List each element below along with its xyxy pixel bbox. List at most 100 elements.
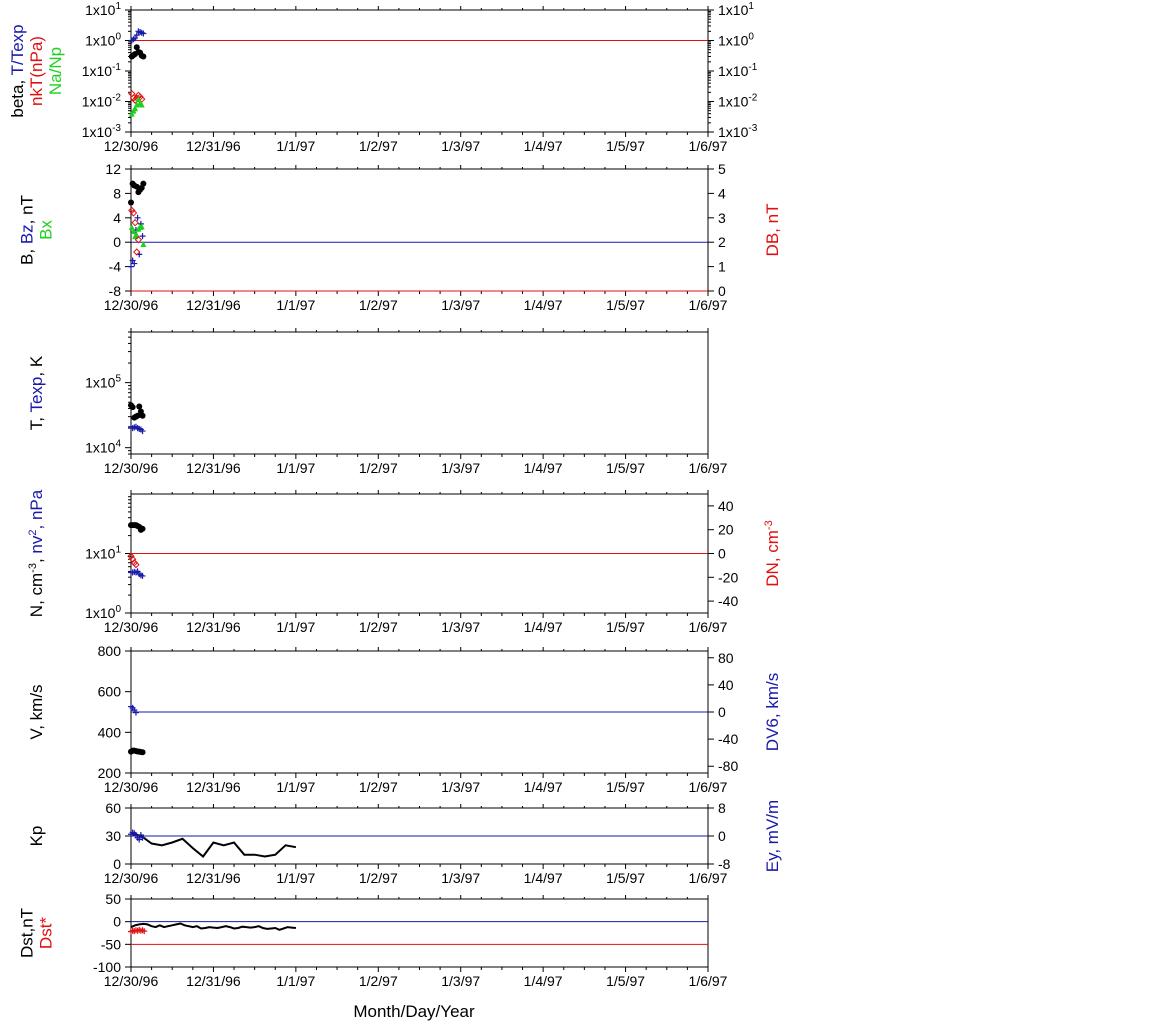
panel-temp: 12/30/96 12/31/96 1/1/97 1/2/97 1/3/97 1/4/97… [27,328,728,476]
y-left-tick-label: 1x10-2 [82,93,122,110]
y-left-tick-label: -100 [93,959,121,975]
x-tick-label: 12/31/96 [186,297,241,313]
y-left-tick-label: 800 [98,643,122,659]
plot-frame [130,9,709,133]
y-left-label-line-0: Dst,nT [18,908,37,958]
y-right-tick-label: -8 [718,856,731,872]
x-tick-label: 1/5/97 [606,973,645,989]
x-tick-label: 12/31/96 [186,619,241,635]
x-tick-label: 1/2/97 [359,779,398,795]
x-tick-label: 1/4/97 [524,619,563,635]
y-right-tick-label: 40 [718,498,734,514]
x-tick-label: 1/6/97 [689,779,728,795]
y-left-tick-label: 1x101 [85,545,121,562]
x-tick-label: 12/30/96 [104,460,159,476]
x-tick-label: 1/6/97 [689,870,728,886]
y-right-tick-label: 40 [718,677,734,693]
x-tick-label: 1/5/97 [606,870,645,886]
y-left-tick-label: 600 [98,684,122,700]
panel-velocity: 12/30/96 12/31/96 1/1/97 1/2/97 1/3/97 1/4/97… [27,643,782,795]
x-tick-label: 1/5/97 [606,460,645,476]
plot-frame [130,168,709,292]
x-tick-label: 1/1/97 [276,973,315,989]
data-point [128,263,134,270]
panel-kp: 12/30/96 12/31/96 1/1/97 1/2/97 1/3/97 1/4/97… [27,800,782,886]
x-tick-label: 1/1/97 [276,779,315,795]
y-left-tick-label: 8 [113,185,121,201]
x-tick-label: 1/3/97 [441,619,480,635]
x-tick-label: 12/30/96 [104,779,159,795]
y-left-tick-label: 0 [113,234,121,250]
x-tick-label: 1/6/97 [689,297,728,313]
y-left-label-line-0: V, km/s [27,684,46,739]
y-right-tick-label: -40 [718,731,738,747]
x-tick-label: 1/6/97 [689,973,728,989]
series-line-0 [130,922,296,931]
y-right-tick-label: 1x10-1 [718,62,758,79]
y-right-tick-label: 8 [718,800,726,816]
x-tick-label: 1/3/97 [441,973,480,989]
y-right-tick-label: 80 [718,650,734,666]
x-tick-label: 1/4/97 [524,973,563,989]
panel-density: 12/30/96 12/31/96 1/1/97 1/2/97 1/3/97 1/4/97… [27,489,782,635]
x-tick-label: 1/2/97 [359,973,398,989]
y-left-label-line-1: nkT(nPa) [27,36,46,106]
x-tick-label: 12/31/96 [186,870,241,886]
x-tick-label: 1/1/97 [276,297,315,313]
y-left-label-line-0: N, cm-3, nv2, nPa [27,489,46,617]
y-left-tick-label: 1x10-1 [82,62,122,79]
x-tick-label: 1/3/97 [441,460,480,476]
x-tick-label: 12/30/96 [104,619,159,635]
x-tick-label: 12/31/96 [186,973,241,989]
x-tick-label: 1/5/97 [606,619,645,635]
x-tick-label: 12/31/96 [186,138,241,154]
y-left-label-line-2: Na/Np [46,47,65,95]
y-left-tick-label: 1x101 [85,1,121,18]
y-left-tick-label: -50 [101,936,121,952]
panel-dst: 12/30/96 12/31/96 1/1/97 1/2/97 1/3/97 1/4/97… [18,891,728,989]
y-left-tick-label: 30 [105,828,121,844]
y-left-tick-label: 1x100 [85,32,121,49]
y-right-tick-label: 1 [718,259,726,275]
y-left-tick-label: 0 [113,914,121,930]
x-tick-label: 1/3/97 [441,870,480,886]
data-point [139,412,146,419]
data-point [140,53,147,60]
x-tick-label: 1/5/97 [606,779,645,795]
y-left-label-line-1: Bx [37,220,56,240]
multi-panel-plot: Month/Day/Year 12/30/96 12/31/96 1/1/97 1/2… [8,1,783,1021]
data-point [140,180,147,187]
panel-bfield: 12/30/96 12/31/96 1/1/97 1/2/97 1/3/97 1/4/97… [18,161,783,313]
x-tick-label: 1/4/97 [524,138,563,154]
y-right-tick-label: 3 [718,210,726,226]
y-right-label-line-0: Ey, mV/m [763,800,782,872]
y-left-label-line-0: beta, T/Texp [8,24,27,117]
x-tick-label: 12/31/96 [186,779,241,795]
y-right-label-line-0: DV6, km/s [763,673,782,751]
data-point [139,749,146,756]
x-tick-label: 12/30/96 [104,870,159,886]
y-right-label-line-0: DN, cm-3 [763,520,782,586]
data-point [139,525,146,532]
x-tick-label: 12/30/96 [104,297,159,313]
y-left-tick-label: 4 [113,210,121,226]
plot-frame [130,898,709,968]
x-tick-label: 1/2/97 [359,619,398,635]
y-left-tick-label: 1x104 [85,439,121,456]
y-left-tick-label: 200 [98,765,122,781]
y-left-tick-label: -4 [109,259,122,275]
x-tick-label: 1/2/97 [359,460,398,476]
y-right-tick-label: 1x10-2 [718,93,758,110]
y-left-label-line-0: Kp [27,826,46,847]
data-point [128,199,134,206]
x-tick-label: 1/6/97 [689,460,728,476]
y-left-tick-label: -8 [109,283,122,299]
x-tick-label: 1/2/97 [359,297,398,313]
y-right-tick-label: 20 [718,522,734,538]
x-tick-label: 1/2/97 [359,138,398,154]
x-tick-label: 1/3/97 [441,297,480,313]
panel-beta: 12/30/96 12/31/96 1/1/97 1/2/97 1/3/97 1/4/97… [8,1,758,154]
x-tick-label: 1/4/97 [524,779,563,795]
series-line-0 [130,832,297,858]
x-tick-label: 1/3/97 [441,779,480,795]
